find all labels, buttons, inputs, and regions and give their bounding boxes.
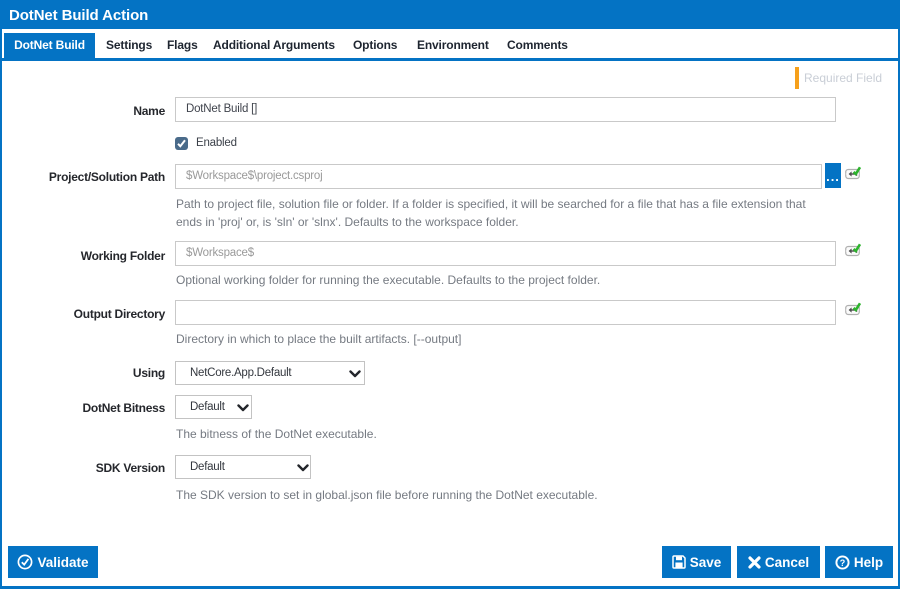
svg-text:?: ? (840, 557, 846, 567)
